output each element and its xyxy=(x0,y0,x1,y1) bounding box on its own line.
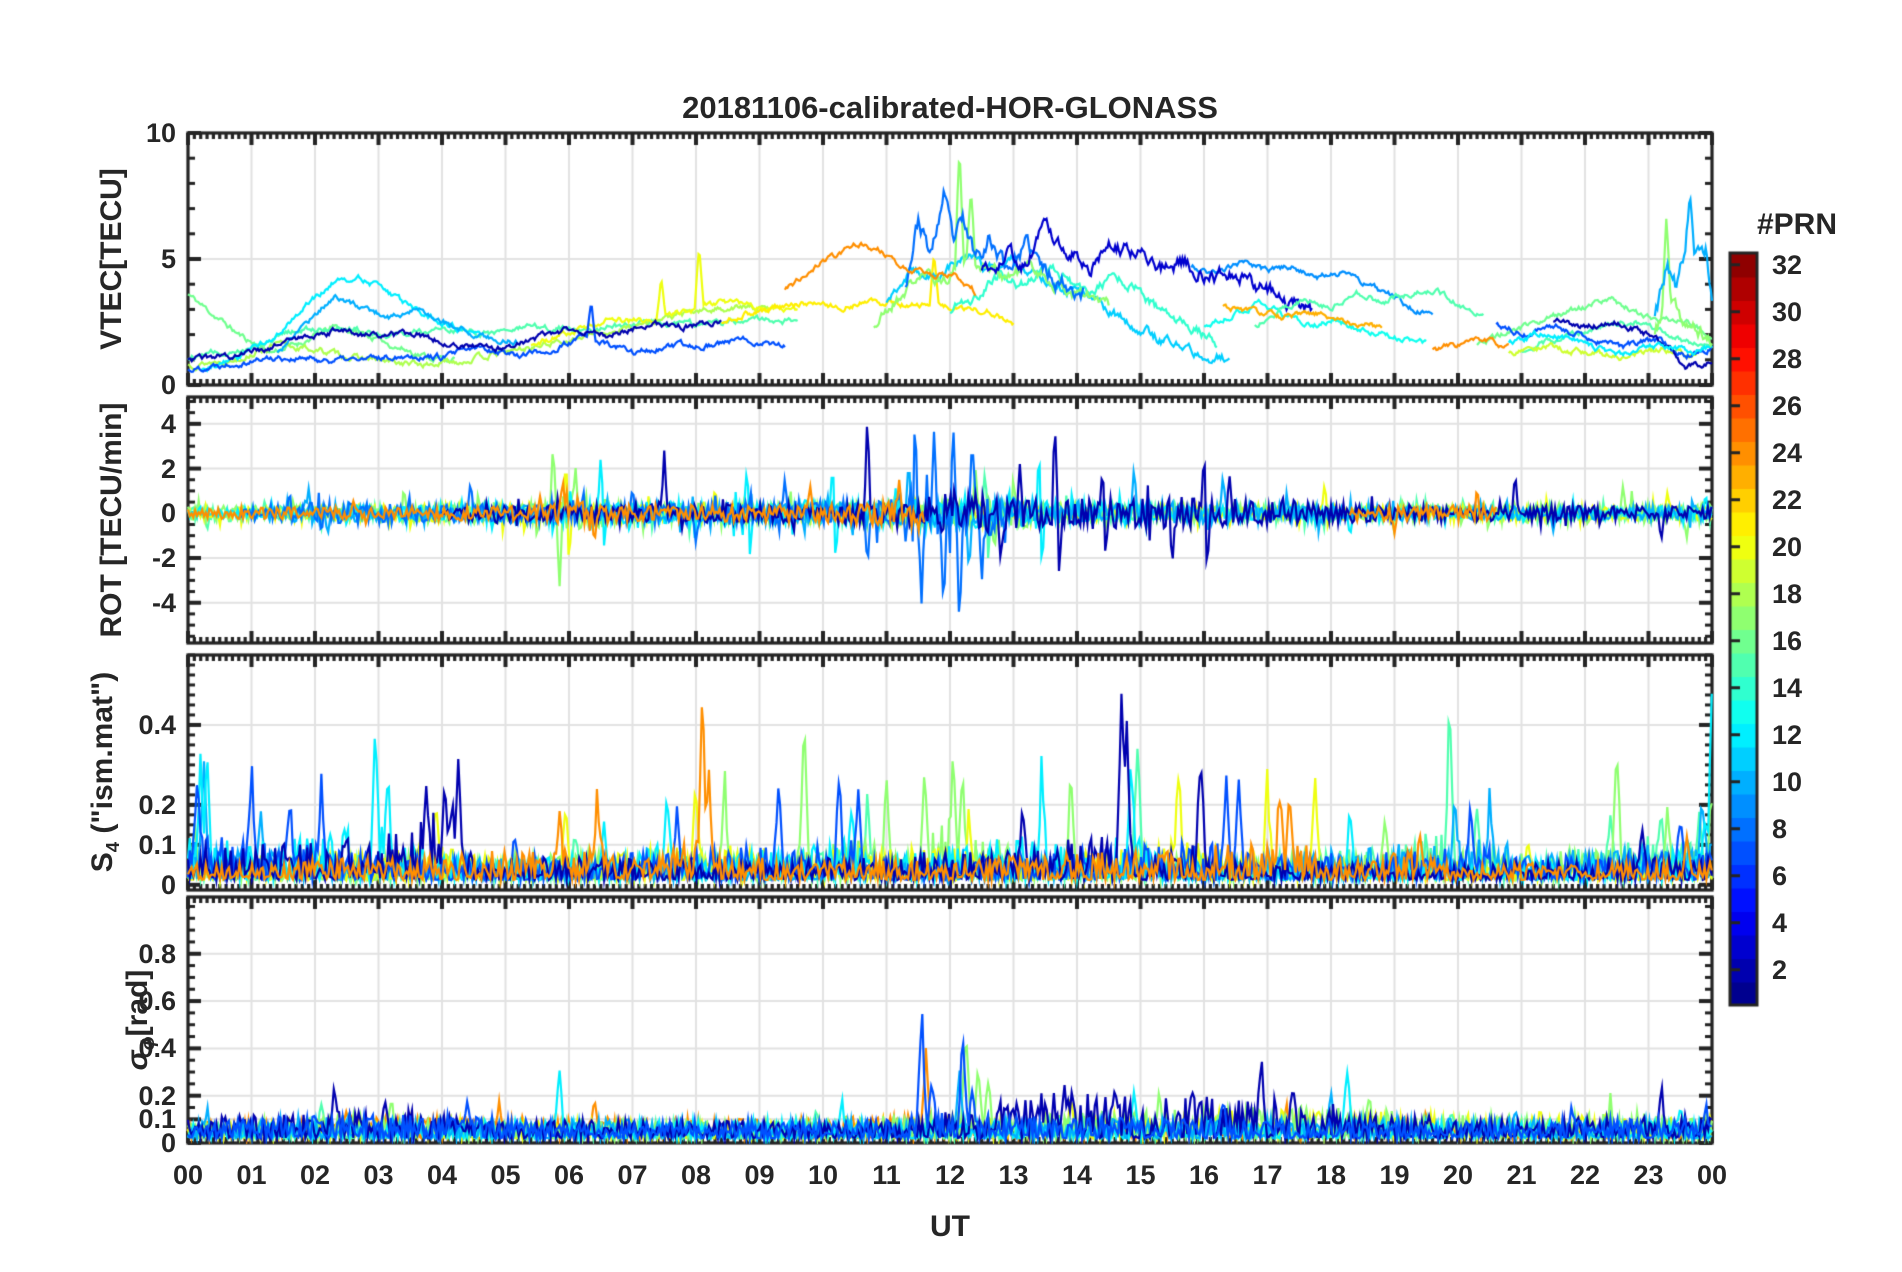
y-tick-label: 0.4 xyxy=(138,1033,176,1064)
x-tick-label: 15 xyxy=(1125,1160,1156,1190)
x-tick-label: 10 xyxy=(807,1160,839,1190)
y-tick-label: 0.1 xyxy=(138,829,176,860)
y-tick-label: 0 xyxy=(160,498,176,529)
colorbar-title: #PRN xyxy=(1756,208,1838,241)
y-tick-label: 2 xyxy=(160,453,176,484)
x-tick-label: 13 xyxy=(998,1160,1029,1190)
y-tick-label: -2 xyxy=(151,543,176,574)
x-tick-label: 06 xyxy=(553,1160,585,1190)
chart-canvas xyxy=(0,0,1902,1272)
colorbar-tick-label: 6 xyxy=(1772,860,1788,891)
x-tick-label: 02 xyxy=(299,1160,331,1190)
colorbar-tick-label: 28 xyxy=(1772,343,1803,374)
x-tick-label: 01 xyxy=(236,1160,267,1190)
x-tick-label: 09 xyxy=(744,1160,775,1190)
x-tick-label: 21 xyxy=(1506,1160,1537,1190)
colorbar-tick-label: 32 xyxy=(1772,249,1803,280)
colorbar-tick-label: 14 xyxy=(1772,672,1803,703)
y-tick-label: -4 xyxy=(151,587,176,618)
x-tick-label: 14 xyxy=(1061,1160,1093,1190)
x-tick-label: 12 xyxy=(934,1160,966,1190)
colorbar-tick-label: 2 xyxy=(1772,954,1788,985)
x-tick-label: 19 xyxy=(1379,1160,1410,1190)
colorbar-tick-label: 12 xyxy=(1772,719,1803,750)
colorbar-tick-label: 20 xyxy=(1772,531,1803,562)
y-tick-label: 0.2 xyxy=(138,1080,176,1111)
figure: 20181106-calibrated-HOR-GLONASS VTEC[TEC… xyxy=(0,0,1902,1272)
x-tick-label: 00 xyxy=(1696,1160,1728,1190)
x-tick-label: 17 xyxy=(1252,1160,1283,1190)
colorbar-tick-label: 16 xyxy=(1772,625,1803,656)
x-tick-label: 11 xyxy=(872,1160,901,1190)
x-tick-label: 08 xyxy=(680,1160,712,1190)
x-tick-label: 20 xyxy=(1442,1160,1474,1190)
x-tick-label: 07 xyxy=(617,1160,648,1190)
x-tick-label: 04 xyxy=(426,1160,458,1190)
x-tick-label: 03 xyxy=(363,1160,394,1190)
y-tick-label: 0.2 xyxy=(138,789,176,820)
x-tick-label: 00 xyxy=(172,1160,204,1190)
x-tick-label: 05 xyxy=(490,1160,521,1190)
colorbar-tick-label: 24 xyxy=(1772,437,1803,468)
colorbar-tick-label: 8 xyxy=(1772,813,1788,844)
colorbar-tick-label: 30 xyxy=(1772,296,1803,327)
y-tick-label: 0 xyxy=(160,370,176,400)
y-tick-label: 0.6 xyxy=(138,986,176,1017)
x-axis-label: UT xyxy=(930,1210,970,1243)
y-tick-label: 10 xyxy=(145,118,176,148)
y-tick-label: 5 xyxy=(160,244,176,274)
y-tick-label: 0 xyxy=(160,869,176,900)
colorbar-tick-label: 10 xyxy=(1772,766,1803,797)
y-tick-label: 0.8 xyxy=(138,938,176,969)
y-tick-label: 4 xyxy=(160,408,176,439)
colorbar-tick-label: 22 xyxy=(1772,484,1803,515)
y-tick-label: 0.4 xyxy=(138,709,176,740)
chart-title: 20181106-calibrated-HOR-GLONASS xyxy=(682,90,1218,125)
colorbar-tick-label: 4 xyxy=(1772,907,1788,938)
x-tick-label: 16 xyxy=(1188,1160,1220,1190)
colorbar-tick-label: 18 xyxy=(1772,578,1803,609)
colorbar-tick-label: 26 xyxy=(1772,390,1803,421)
x-tick-label: 22 xyxy=(1569,1160,1601,1190)
x-tick-label: 23 xyxy=(1633,1160,1664,1190)
x-tick-label: 18 xyxy=(1315,1160,1347,1190)
